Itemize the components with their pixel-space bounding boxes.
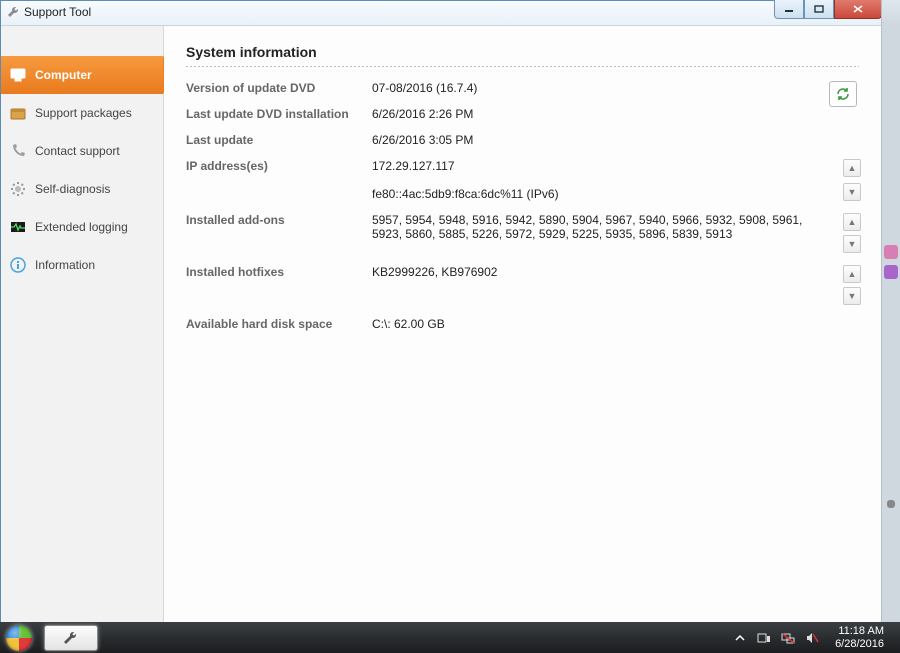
hotfixes-scroll-up-button[interactable]: ▲ (843, 265, 861, 283)
sidebar-item-label: Support packages (35, 106, 132, 120)
tray-clock[interactable]: 11:18 AM 6/28/2016 (827, 625, 892, 651)
disk-value: C:\: 62.00 GB (372, 317, 859, 331)
gear-icon (9, 180, 27, 198)
titlebar[interactable]: Support Tool (1, 1, 881, 26)
sidebar-item-information[interactable]: Information (1, 246, 163, 284)
addons-scroll-up-button[interactable]: ▲ (843, 213, 861, 231)
computer-icon (9, 66, 27, 84)
addons-label: Installed add-ons (186, 213, 372, 253)
sidebar-item-self-diagnosis[interactable]: Self-diagnosis (1, 170, 163, 208)
addons-scroll-down-button[interactable]: ▼ (843, 235, 861, 253)
sidebar-item-label: Extended logging (35, 220, 128, 234)
sidebar-item-extended-logging[interactable]: Extended logging (1, 208, 163, 246)
window-minimize-button[interactable] (774, 0, 804, 19)
last-update-value: 6/26/2016 3:05 PM (372, 133, 859, 147)
last-install-value: 6/26/2016 2:26 PM (372, 107, 859, 121)
ip-label: IP address(es) (186, 159, 372, 201)
hotfixes-label: Installed hotfixes (186, 265, 372, 305)
tray-show-hidden-button[interactable] (731, 629, 749, 647)
sidebar-item-label: Computer (35, 68, 92, 82)
window-close-button[interactable] (834, 0, 882, 19)
hotfixes-scroll-down-button[interactable]: ▼ (843, 287, 861, 305)
info-icon (9, 256, 27, 274)
sidebar-item-contact-support[interactable]: Contact support (1, 132, 163, 170)
start-button[interactable] (0, 622, 38, 653)
package-icon (9, 104, 27, 122)
addons-value: 5957, 5954, 5948, 5916, 5942, 5890, 5904… (372, 213, 859, 253)
taskbar-app-button[interactable] (44, 625, 98, 651)
app-wrench-icon (6, 5, 20, 19)
background-window-fragment (884, 245, 898, 259)
logging-icon (9, 218, 27, 236)
tray-volume-icon[interactable] (803, 629, 821, 647)
background-window-fragment (887, 500, 895, 508)
disk-label: Available hard disk space (186, 317, 372, 331)
window-title: Support Tool (24, 5, 91, 19)
divider (186, 66, 859, 67)
sidebar-item-computer[interactable]: Computer (1, 56, 163, 94)
main-panel: System information Version of update DVD… (164, 26, 881, 623)
window-maximize-button[interactable] (804, 0, 834, 19)
version-dvd-label: Version of update DVD (186, 81, 372, 95)
tray-time: 11:18 AM (835, 625, 884, 638)
ip-scroll-down-button[interactable]: ▼ (843, 183, 861, 201)
sidebar: Computer Support packages (1, 26, 164, 623)
sidebar-item-label: Contact support (35, 144, 120, 158)
ip-v6-value: fe80::4ac:5db9:f8ca:6dc%11 (IPv6) (372, 187, 829, 201)
last-update-label: Last update (186, 133, 372, 147)
taskbar[interactable]: 11:18 AM 6/28/2016 (0, 622, 900, 653)
wrench-icon (62, 631, 80, 645)
background-window-fragment (884, 265, 898, 279)
ip-scroll-up-button[interactable]: ▲ (843, 159, 861, 177)
sidebar-item-label: Self-diagnosis (35, 182, 110, 196)
last-install-label: Last update DVD installation (186, 107, 372, 121)
ip-v4-value: 172.29.127.117 (372, 159, 829, 173)
desktop-right-edge (881, 0, 900, 622)
windows-orb-icon (6, 625, 32, 651)
app-window: Support Tool (0, 0, 882, 622)
tray-date: 6/28/2016 (835, 638, 884, 651)
sidebar-item-label: Information (35, 258, 95, 272)
version-dvd-value: 07-08/2016 (16.7.4) (372, 81, 859, 95)
page-title: System information (186, 44, 859, 60)
ip-value: 172.29.127.117 fe80::4ac:5db9:f8ca:6dc%1… (372, 159, 859, 201)
sidebar-item-support-packages[interactable]: Support packages (1, 94, 163, 132)
tray-network-icon[interactable] (779, 629, 797, 647)
hotfixes-value: KB2999226, KB976902 ▲ ▼ (372, 265, 859, 305)
phone-icon (9, 142, 27, 160)
tray-device-icon[interactable] (755, 629, 773, 647)
